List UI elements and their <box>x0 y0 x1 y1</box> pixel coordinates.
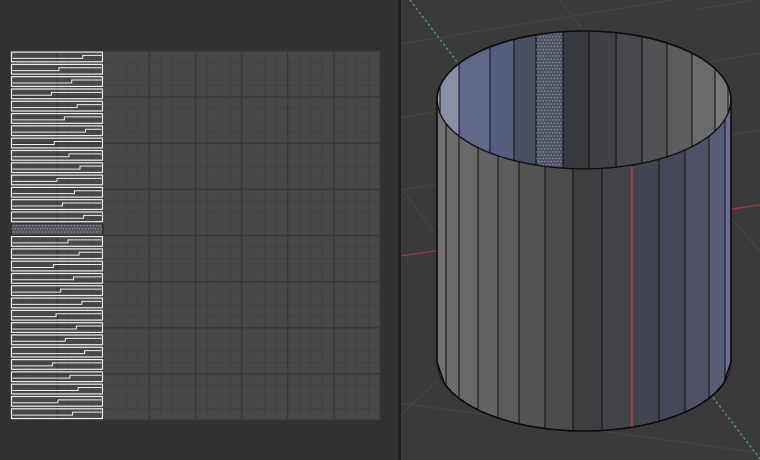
viewport-3d-panel[interactable] <box>401 0 760 460</box>
cylinder-front-face[interactable] <box>459 136 478 410</box>
cylinder-back-face[interactable] <box>692 53 715 147</box>
cylinder-front-face[interactable] <box>632 159 659 427</box>
cylinder-front-face[interactable] <box>519 162 545 429</box>
cylinder-front-face[interactable] <box>709 120 725 399</box>
cylinder-front-face[interactable] <box>659 150 685 421</box>
uv-editor-canvas[interactable] <box>0 0 398 460</box>
cylinder-back-face[interactable] <box>490 39 514 160</box>
cylinder-front-face[interactable] <box>573 168 602 431</box>
cylinder-back-face[interactable] <box>563 31 589 169</box>
cylinder-front-face[interactable] <box>602 165 632 430</box>
cylinder-back-face[interactable] <box>616 33 642 168</box>
uv-island-strip-selected[interactable] <box>12 224 103 235</box>
app-window <box>0 0 760 460</box>
cylinder-front-face[interactable] <box>725 100 731 382</box>
cylinder-front-face[interactable] <box>545 167 573 431</box>
cylinder-back-face[interactable] <box>514 35 536 165</box>
cylinder-inside-faces <box>437 31 731 169</box>
cylinder-front-face[interactable] <box>685 136 709 412</box>
cylinder-front-face[interactable] <box>478 148 498 418</box>
viewport-3d-canvas[interactable] <box>401 0 760 460</box>
cylinder-back-face[interactable] <box>667 43 692 157</box>
cylinder-front-face[interactable] <box>437 100 446 386</box>
cylinder-front-face[interactable] <box>446 124 459 399</box>
cylinder-front-face[interactable] <box>498 156 519 424</box>
cylinder-selected-face[interactable] <box>536 32 563 169</box>
cylinder-back-face[interactable] <box>589 31 616 169</box>
cylinder-back-face[interactable] <box>459 47 490 153</box>
uv-editor-panel[interactable] <box>0 0 398 460</box>
cylinder-back-face[interactable] <box>642 37 667 164</box>
